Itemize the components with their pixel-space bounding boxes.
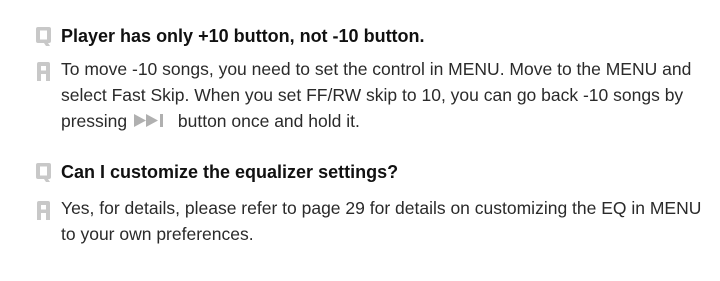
question-text: Can I customize the equalizer settings? <box>61 162 399 182</box>
answer-badge-icon <box>35 60 52 82</box>
answer-text: To move -10 songs, you need to set the c… <box>61 56 720 137</box>
question-badge-icon <box>35 25 52 47</box>
fast-forward-skip-icon <box>134 108 170 134</box>
answer-row: To move -10 songs, you need to set the c… <box>0 56 720 137</box>
question-row: Player has only +10 button, not -10 butt… <box>0 25 720 47</box>
answer-text-part: button once and hold it. <box>173 111 360 132</box>
question-row: Can I customize the equalizer settings? <box>0 161 720 183</box>
faq-item: Can I customize the equalizer settings? … <box>0 161 720 247</box>
answer-text: Yes, for details, please refer to page 2… <box>61 198 702 244</box>
answer-row: Yes, for details, please refer to page 2… <box>0 195 720 247</box>
question-text: Player has only +10 button, not -10 butt… <box>61 26 425 46</box>
faq-item: Player has only +10 button, not -10 butt… <box>0 25 720 137</box>
question-badge-icon <box>35 161 52 183</box>
answer-badge-icon <box>35 199 52 221</box>
